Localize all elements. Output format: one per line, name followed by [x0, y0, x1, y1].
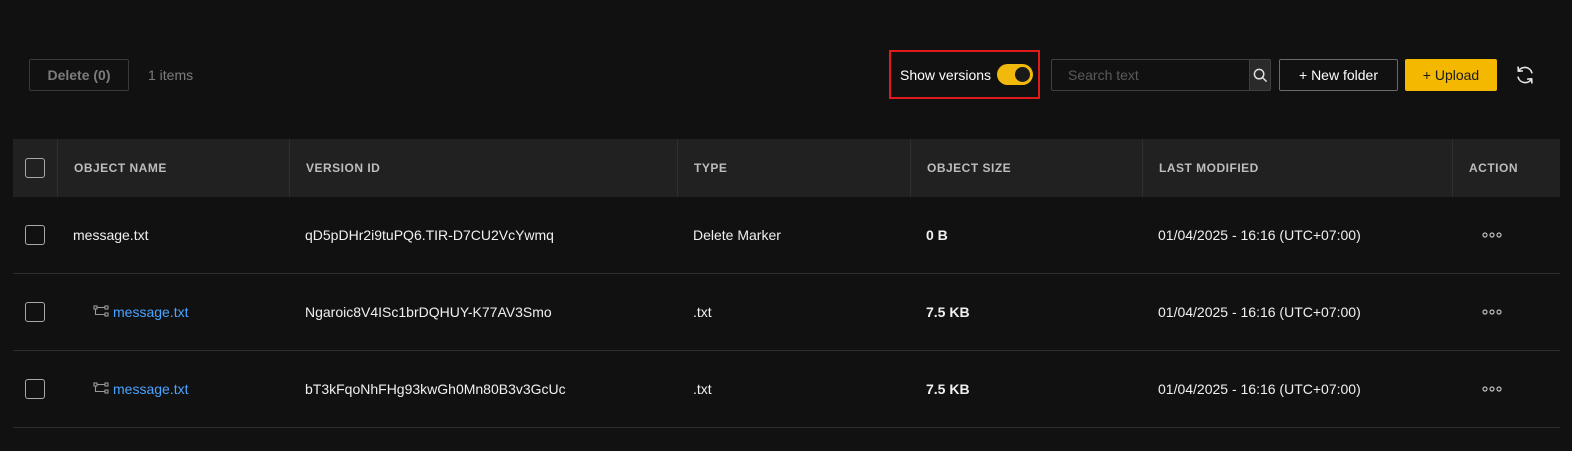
- row-checkbox[interactable]: [25, 225, 45, 245]
- items-count: 1 items: [148, 67, 194, 83]
- object-name-cell: message.txt: [57, 274, 289, 350]
- version-id-cell: bT3kFqoNhFHg93kwGh0Mn80B3v3GcUc: [305, 381, 566, 397]
- header-type: TYPE: [677, 139, 910, 197]
- version-object-link[interactable]: message.txt: [113, 304, 188, 320]
- search-button[interactable]: [1249, 60, 1270, 90]
- header-last-modified: LAST MODIFIED: [1142, 139, 1452, 197]
- version-object-link[interactable]: message.txt: [113, 381, 188, 397]
- select-all-checkbox[interactable]: [25, 158, 45, 178]
- select-all-cell: [13, 139, 57, 197]
- action-cell: [1452, 197, 1560, 273]
- show-versions-label: Show versions: [900, 66, 992, 83]
- row-checkbox[interactable]: [25, 302, 45, 322]
- row-select-cell: [13, 197, 57, 273]
- search-icon: [1253, 68, 1268, 83]
- table-row: message.txt Ngaroic8V4ISc1brDQHUY-K77AV3…: [13, 274, 1560, 351]
- show-versions-control: Show versions: [889, 50, 1040, 99]
- new-folder-button[interactable]: + New folder: [1279, 59, 1398, 91]
- version-branch-icon: [93, 382, 109, 396]
- version-branch-icon: [93, 305, 109, 319]
- more-actions-icon[interactable]: [1482, 386, 1502, 392]
- last-modified-cell: 01/04/2025 - 16:16 (UTC+07:00): [1158, 304, 1361, 320]
- size-cell: 7.5 KB: [926, 304, 970, 320]
- toolbar: Delete (0) 1 items Show versions + New f…: [0, 0, 1572, 140]
- row-select-cell: [13, 274, 57, 350]
- version-id-cell: qD5pDHr2i9tuPQ6.TIR-D7CU2VcYwmq: [305, 227, 554, 243]
- objects-table: OBJECT NAME VERSION ID TYPE OBJECT SIZE …: [13, 139, 1560, 428]
- version-id-cell: Ngaroic8V4ISc1brDQHUY-K77AV3Smo: [305, 304, 552, 320]
- header-action: ACTION: [1452, 139, 1560, 197]
- row-select-cell: [13, 351, 57, 427]
- search-box: [1051, 59, 1271, 91]
- type-cell: .txt: [693, 381, 712, 397]
- type-cell: Delete Marker: [693, 227, 781, 243]
- header-object-size: OBJECT SIZE: [910, 139, 1142, 197]
- row-checkbox[interactable]: [25, 379, 45, 399]
- action-cell: [1452, 274, 1560, 350]
- size-cell: 0 B: [926, 227, 948, 243]
- refresh-button[interactable]: [1512, 62, 1538, 88]
- table-header: OBJECT NAME VERSION ID TYPE OBJECT SIZE …: [13, 139, 1560, 197]
- more-actions-icon[interactable]: [1482, 232, 1502, 238]
- refresh-icon: [1514, 64, 1536, 86]
- size-cell: 7.5 KB: [926, 381, 970, 397]
- table-row: message.txt bT3kFqoNhFHg93kwGh0Mn80B3v3G…: [13, 351, 1560, 428]
- object-name[interactable]: message.txt: [73, 227, 148, 243]
- search-input[interactable]: [1052, 60, 1249, 90]
- more-actions-icon[interactable]: [1482, 309, 1502, 315]
- object-name-cell: message.txt: [57, 197, 289, 273]
- last-modified-cell: 01/04/2025 - 16:16 (UTC+07:00): [1158, 381, 1361, 397]
- show-versions-toggle[interactable]: [997, 64, 1034, 85]
- object-name-cell: message.txt: [57, 351, 289, 427]
- header-object-name: OBJECT NAME: [57, 139, 289, 197]
- header-version-id: VERSION ID: [289, 139, 677, 197]
- delete-button[interactable]: Delete (0): [29, 59, 129, 91]
- table-row: message.txt qD5pDHr2i9tuPQ6.TIR-D7CU2VcY…: [13, 197, 1560, 274]
- upload-button[interactable]: + Upload: [1405, 59, 1497, 91]
- toggle-knob: [1015, 67, 1031, 82]
- type-cell: .txt: [693, 304, 712, 320]
- action-cell: [1452, 351, 1560, 427]
- last-modified-cell: 01/04/2025 - 16:16 (UTC+07:00): [1158, 227, 1361, 243]
